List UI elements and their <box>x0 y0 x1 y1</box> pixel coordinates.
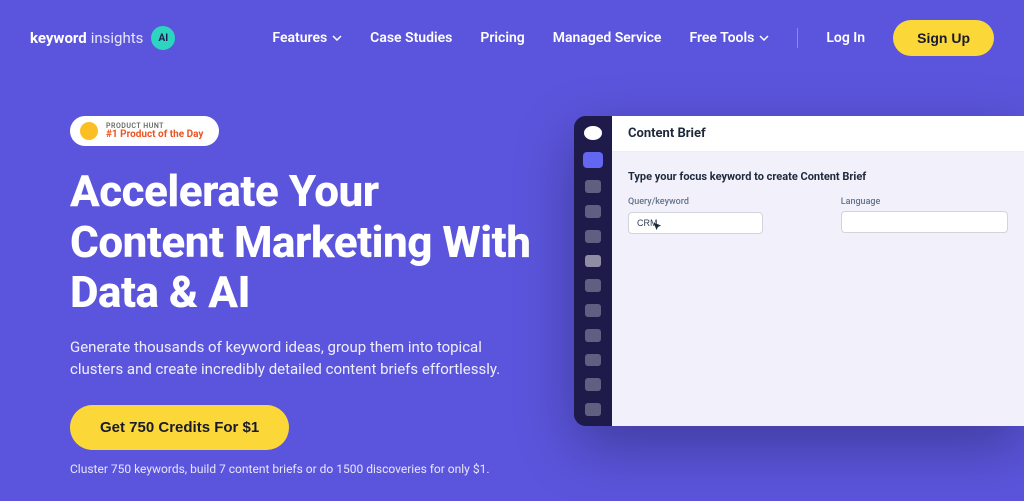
medal-icon <box>80 122 98 140</box>
cta-subtext: Cluster 750 keywords, build 7 content br… <box>70 462 534 476</box>
mockup-body: Type your focus keyword to create Conten… <box>612 152 1024 426</box>
mockup-header: Content Brief <box>612 116 1024 152</box>
product-hunt-badge[interactable]: PRODUCT HUNT #1 Product of the Day <box>70 116 219 146</box>
language-field: Language <box>841 197 1008 234</box>
sidebar-icon <box>585 255 601 268</box>
nav-login-label: Log In <box>826 30 865 46</box>
logo-part2: insights <box>91 29 144 47</box>
mockup-main: Content Brief Type your focus keyword to… <box>612 116 1024 426</box>
nav-managed-service-label: Managed Service <box>553 30 662 46</box>
plus-icon <box>583 152 603 168</box>
sidebar-icon <box>585 403 601 416</box>
logo-part1: keyword <box>30 29 87 47</box>
hero-section: PRODUCT HUNT #1 Product of the Day Accel… <box>0 76 1024 476</box>
main-header: keywordinsights AI Features Case Studies… <box>0 0 1024 76</box>
sidebar-icon <box>585 329 601 342</box>
query-input[interactable] <box>628 212 763 234</box>
nav-divider <box>797 28 798 48</box>
cta-button[interactable]: Get 750 Credits For $1 <box>70 405 289 450</box>
nav-features[interactable]: Features <box>272 30 342 46</box>
logo[interactable]: keywordinsights AI <box>30 26 175 50</box>
language-label: Language <box>841 197 1008 207</box>
chevron-down-icon <box>759 35 769 41</box>
ph-text: PRODUCT HUNT #1 Product of the Day <box>106 123 203 140</box>
app-mockup: Content Brief Type your focus keyword to… <box>574 116 1024 426</box>
sidebar-icon <box>585 205 601 218</box>
nav-pricing-label: Pricing <box>480 30 524 46</box>
nav-case-studies[interactable]: Case Studies <box>370 30 452 46</box>
sidebar-icon <box>585 230 601 243</box>
mockup-logo-icon <box>584 126 602 140</box>
nav-case-studies-label: Case Studies <box>370 30 452 46</box>
sidebar-icon <box>585 354 601 367</box>
mockup-sidebar <box>574 116 612 426</box>
language-input[interactable] <box>841 211 1008 233</box>
nav-login[interactable]: Log In <box>826 30 865 46</box>
mockup-fields: Query/keyword Language <box>628 197 1008 234</box>
hero-mockup-container: Content Brief Type your focus keyword to… <box>574 116 1024 476</box>
sidebar-icon <box>585 304 601 317</box>
sidebar-icon <box>585 279 601 292</box>
query-label: Query/keyword <box>628 197 829 207</box>
signup-button[interactable]: Sign Up <box>893 20 994 56</box>
query-field: Query/keyword <box>628 197 829 234</box>
nav-features-label: Features <box>272 30 327 46</box>
mockup-title: Type your focus keyword to create Conten… <box>628 170 1008 183</box>
chevron-down-icon <box>332 35 342 41</box>
cursor-icon <box>652 221 664 233</box>
ph-title: #1 Product of the Day <box>106 130 203 140</box>
sidebar-icon <box>585 378 601 391</box>
hero-left: PRODUCT HUNT #1 Product of the Day Accel… <box>70 116 534 476</box>
logo-ai-badge: AI <box>151 26 175 50</box>
nav-managed-service[interactable]: Managed Service <box>553 30 662 46</box>
nav-pricing[interactable]: Pricing <box>480 30 524 46</box>
nav-free-tools[interactable]: Free Tools <box>689 30 769 46</box>
hero-subhead: Generate thousands of keyword ideas, gro… <box>70 336 534 381</box>
nav-free-tools-label: Free Tools <box>689 30 754 46</box>
main-nav: Features Case Studies Pricing Managed Se… <box>272 20 994 56</box>
sidebar-icon <box>585 180 601 193</box>
hero-headline: Accelerate Your Content Marketing With D… <box>70 166 534 318</box>
query-input-wrap <box>628 211 829 234</box>
